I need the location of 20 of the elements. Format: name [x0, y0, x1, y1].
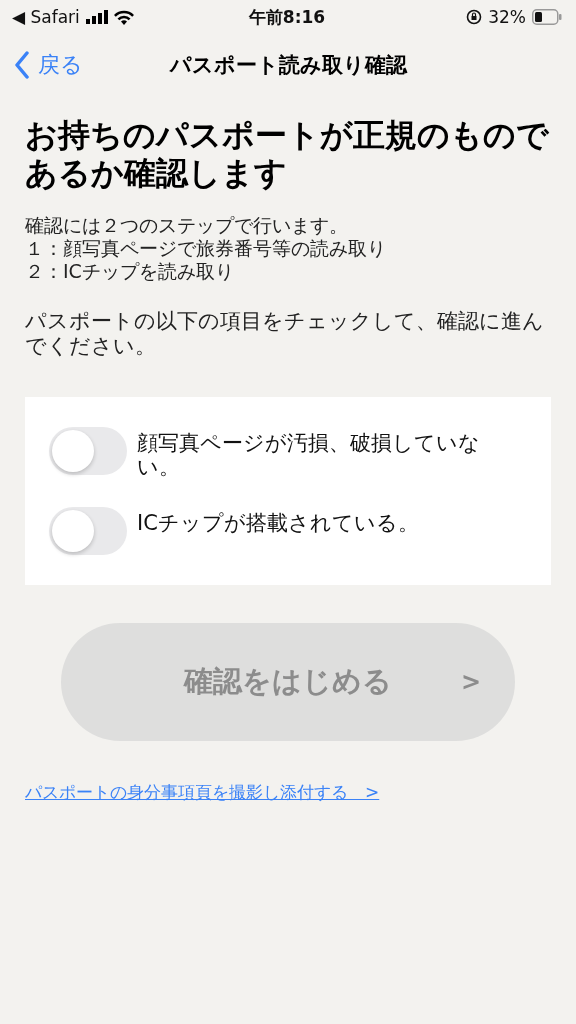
page-title: パスポート読み取り確認 — [169, 52, 407, 79]
clock: 午前8:16 — [248, 5, 326, 29]
rotation-lock-icon — [466, 9, 483, 25]
check-label: 顔写真ページが汚損、破損していない。 — [137, 430, 481, 479]
toggle-switch[interactable] — [49, 427, 127, 475]
signal-icon — [85, 10, 108, 24]
back-to-app[interactable]: ◀ Safari — [12, 7, 80, 27]
instruction-text: パスポートの以下の項目をチェックして、確認に進んでください。 — [25, 309, 545, 359]
check-label: ICチップが搭載されている。 — [137, 510, 419, 535]
attach-photo-link[interactable]: パスポートの身分事項頁を撮影し添付する > — [25, 781, 380, 804]
intro-line: １：顔写真ページで旅券番号等の読み取り — [25, 237, 387, 260]
back-button[interactable]: 戻る — [0, 50, 83, 80]
intro-line: 確認には２つのステップで行います。 — [25, 214, 349, 237]
heading: お持ちのパスポートが正規のものであるか確認します — [25, 116, 550, 192]
intro-line: ２：ICチップを読み取り — [25, 260, 235, 283]
chevron-left-icon — [14, 51, 30, 79]
battery-icon — [532, 9, 562, 25]
wifi-icon — [113, 9, 134, 25]
battery-percent: 32% — [488, 7, 526, 27]
toggle-switch[interactable] — [49, 507, 127, 555]
